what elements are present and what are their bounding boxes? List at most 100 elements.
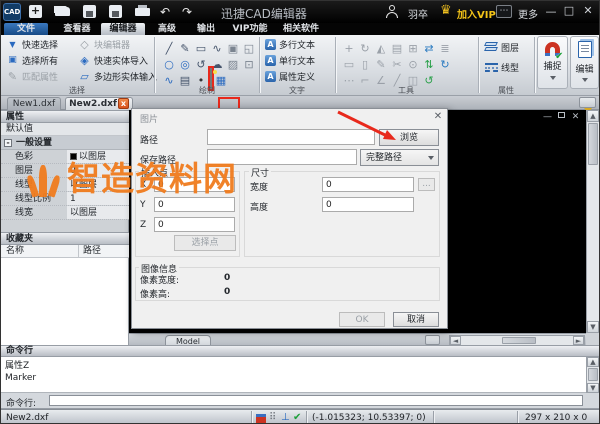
quick-select-button[interactable]: ▼快速选择 (5, 38, 58, 51)
maximize-button[interactable]: □ (562, 4, 576, 17)
property-row-linetype-scale[interactable]: 线型比例 1 (1, 192, 129, 206)
width-more-button[interactable]: ... (418, 178, 435, 191)
path-type-select[interactable]: 完整路径 (360, 149, 439, 166)
menu-tab-vip[interactable]: VIP功能 (227, 23, 273, 35)
y-input[interactable]: 0 (154, 197, 235, 212)
menu-tab-editor[interactable]: 编辑器 (101, 23, 145, 35)
menu-tab-file[interactable]: 文件 (4, 23, 48, 35)
edit-button[interactable]: 编辑 (570, 36, 599, 89)
scroll-up-icon[interactable]: ▲ (587, 357, 599, 367)
canvas-close-icon[interactable]: ✕ (570, 113, 581, 123)
ok-button[interactable]: OK (339, 312, 385, 327)
menu-tab-output[interactable]: 输出 (190, 23, 222, 35)
scroll-right-icon[interactable]: ► (573, 336, 584, 345)
match-properties-button[interactable]: ✎匹配属性 (5, 70, 58, 83)
doc-tab-new1[interactable]: New1.dxf (7, 97, 61, 110)
minimize-button[interactable]: — (544, 5, 558, 18)
canvas-minimize-icon[interactable]: — (542, 113, 553, 123)
property-row-lineweight[interactable]: 线宽 以图层 (1, 206, 129, 220)
select-all-icon: ▣ (5, 53, 20, 68)
scroll-down-icon[interactable]: ▼ (587, 383, 599, 393)
brush-icon: ✎ (5, 69, 20, 84)
scrollbar-thumb[interactable] (588, 368, 598, 381)
menu-tab-related[interactable]: 相关软件 (277, 23, 325, 35)
height-input[interactable]: 0 (322, 197, 414, 212)
attribute-define-button[interactable]: A属性定义 (265, 70, 315, 83)
canvas-vertical-scrollbar[interactable]: ▲ ▼ (586, 110, 599, 333)
select-all-button[interactable]: ▣选择所有 (5, 54, 58, 67)
favorites-list-empty[interactable] (1, 258, 128, 345)
snap-button[interactable]: ✔ 捕捉 (537, 36, 568, 89)
layers-button[interactable]: 图层 (485, 41, 519, 54)
pick-point-button[interactable]: 选择点 (174, 235, 236, 251)
general-settings-group[interactable]: - 一般设置 (1, 136, 129, 150)
save-as-icon[interactable] (109, 5, 122, 18)
command-panel-header[interactable]: 命令行 (1, 345, 600, 357)
block-editor-button[interactable]: ◇块编辑器 (77, 38, 130, 51)
scrollbar-thumb[interactable] (502, 337, 536, 344)
panel-collapse-button[interactable] (579, 97, 596, 108)
print-icon[interactable] (135, 8, 150, 16)
save-icon[interactable] (83, 5, 96, 18)
ribbon: ▼快速选择 ▣选择所有 ✎匹配属性 ◇块编辑器 ◈快速实体导入 ▱多边形实体输入… (1, 35, 600, 96)
quick-entity-import-button[interactable]: ◈快速实体导入 (77, 54, 148, 67)
save-path-input[interactable] (207, 149, 357, 165)
multiline-text-button[interactable]: A多行文本 (265, 38, 315, 51)
command-scrollbar[interactable]: ▲ ▼ (586, 357, 599, 393)
scroll-left-icon[interactable]: ◄ (450, 336, 461, 345)
property-row-color[interactable]: 色彩 以图层 (1, 150, 129, 164)
close-button[interactable]: ✕ (581, 4, 595, 17)
singleline-text-button[interactable]: A单行文本 (265, 54, 315, 67)
scroll-up-icon[interactable]: ▲ (587, 110, 599, 122)
linetype-button[interactable]: 线型 (485, 61, 519, 74)
favorites-panel-header[interactable]: 收藏夹 (1, 232, 129, 245)
favorites-col-name[interactable]: 名称 (6, 245, 24, 258)
more-dots-button[interactable]: ⋯ (496, 5, 512, 18)
scrollbar-thumb[interactable] (588, 123, 598, 165)
collapse-icon[interactable]: - (4, 139, 12, 147)
status-bar: New2.dxf ⠿ ⊥ ✔ (-1.015323; 10.53397; 0) … (1, 409, 600, 424)
join-vip-button[interactable]: 加入VIP (457, 6, 496, 21)
status-grid-icon[interactable]: ⠿ (269, 412, 276, 423)
canvas-restore-icon[interactable] (556, 112, 567, 122)
height-label: 高度 (250, 200, 268, 213)
x-input[interactable]: 0 (154, 177, 235, 192)
properties-panel: 属性 默认值 - 一般设置 色彩 以图层 图层 0 线型 以图层 线型比例 1 … (1, 110, 129, 345)
width-label: 宽度 (250, 180, 268, 193)
status-magnet-icon[interactable] (256, 415, 266, 424)
pixel-width-value: 0 (224, 273, 230, 283)
width-input[interactable]: 0 (322, 177, 414, 192)
menu-tab-viewer[interactable]: 查看器 (56, 23, 98, 35)
menu-tab-advanced[interactable]: 高级 (151, 23, 183, 35)
more-menu-button[interactable]: 更多 (518, 6, 538, 21)
chevron-down-icon[interactable] (550, 76, 556, 80)
chevron-down-icon (428, 156, 434, 160)
polygon-entity-input-button[interactable]: ▱多边形实体输入 (77, 70, 157, 83)
status-ortho-icon[interactable]: ⊥ (281, 412, 290, 423)
property-row-layer[interactable]: 图层 0 (1, 164, 129, 178)
command-prompt-row: 命令行: (1, 393, 600, 409)
undo-icon[interactable]: ↶ (157, 3, 173, 21)
z-input[interactable]: 0 (154, 217, 235, 232)
new-file-icon[interactable]: + (29, 5, 42, 18)
user-avatar[interactable] (384, 3, 400, 20)
command-input[interactable] (49, 395, 583, 406)
open-file-icon[interactable] (55, 7, 70, 16)
dialog-close-icon[interactable]: ✕ (432, 111, 444, 122)
property-row-linetype[interactable]: 线型 以图层 (1, 178, 129, 192)
doc-tab-close-icon[interactable]: x (118, 98, 129, 109)
chevron-down-icon[interactable] (582, 78, 588, 82)
scroll-down-icon[interactable]: ▼ (587, 321, 599, 333)
command-history[interactable]: 属性Z Marker (1, 357, 586, 393)
draw-row-3: ∿▤•▦ (161, 69, 261, 85)
save-path-label: 保存路径 (140, 153, 176, 166)
layout-dropdown-button[interactable] (425, 335, 440, 345)
status-check-icon[interactable]: ✔ (293, 412, 301, 423)
username-label[interactable]: 羽卒 (408, 6, 428, 21)
app-logo-icon[interactable]: CAD (3, 3, 21, 21)
redo-icon[interactable]: ↷ (179, 3, 195, 21)
cancel-button[interactable]: 取消 (393, 312, 439, 327)
properties-panel-header[interactable]: 属性 (1, 110, 129, 123)
favorites-col-path[interactable]: 路径 (83, 245, 101, 258)
draw-group-label: 绘制 (157, 85, 257, 96)
